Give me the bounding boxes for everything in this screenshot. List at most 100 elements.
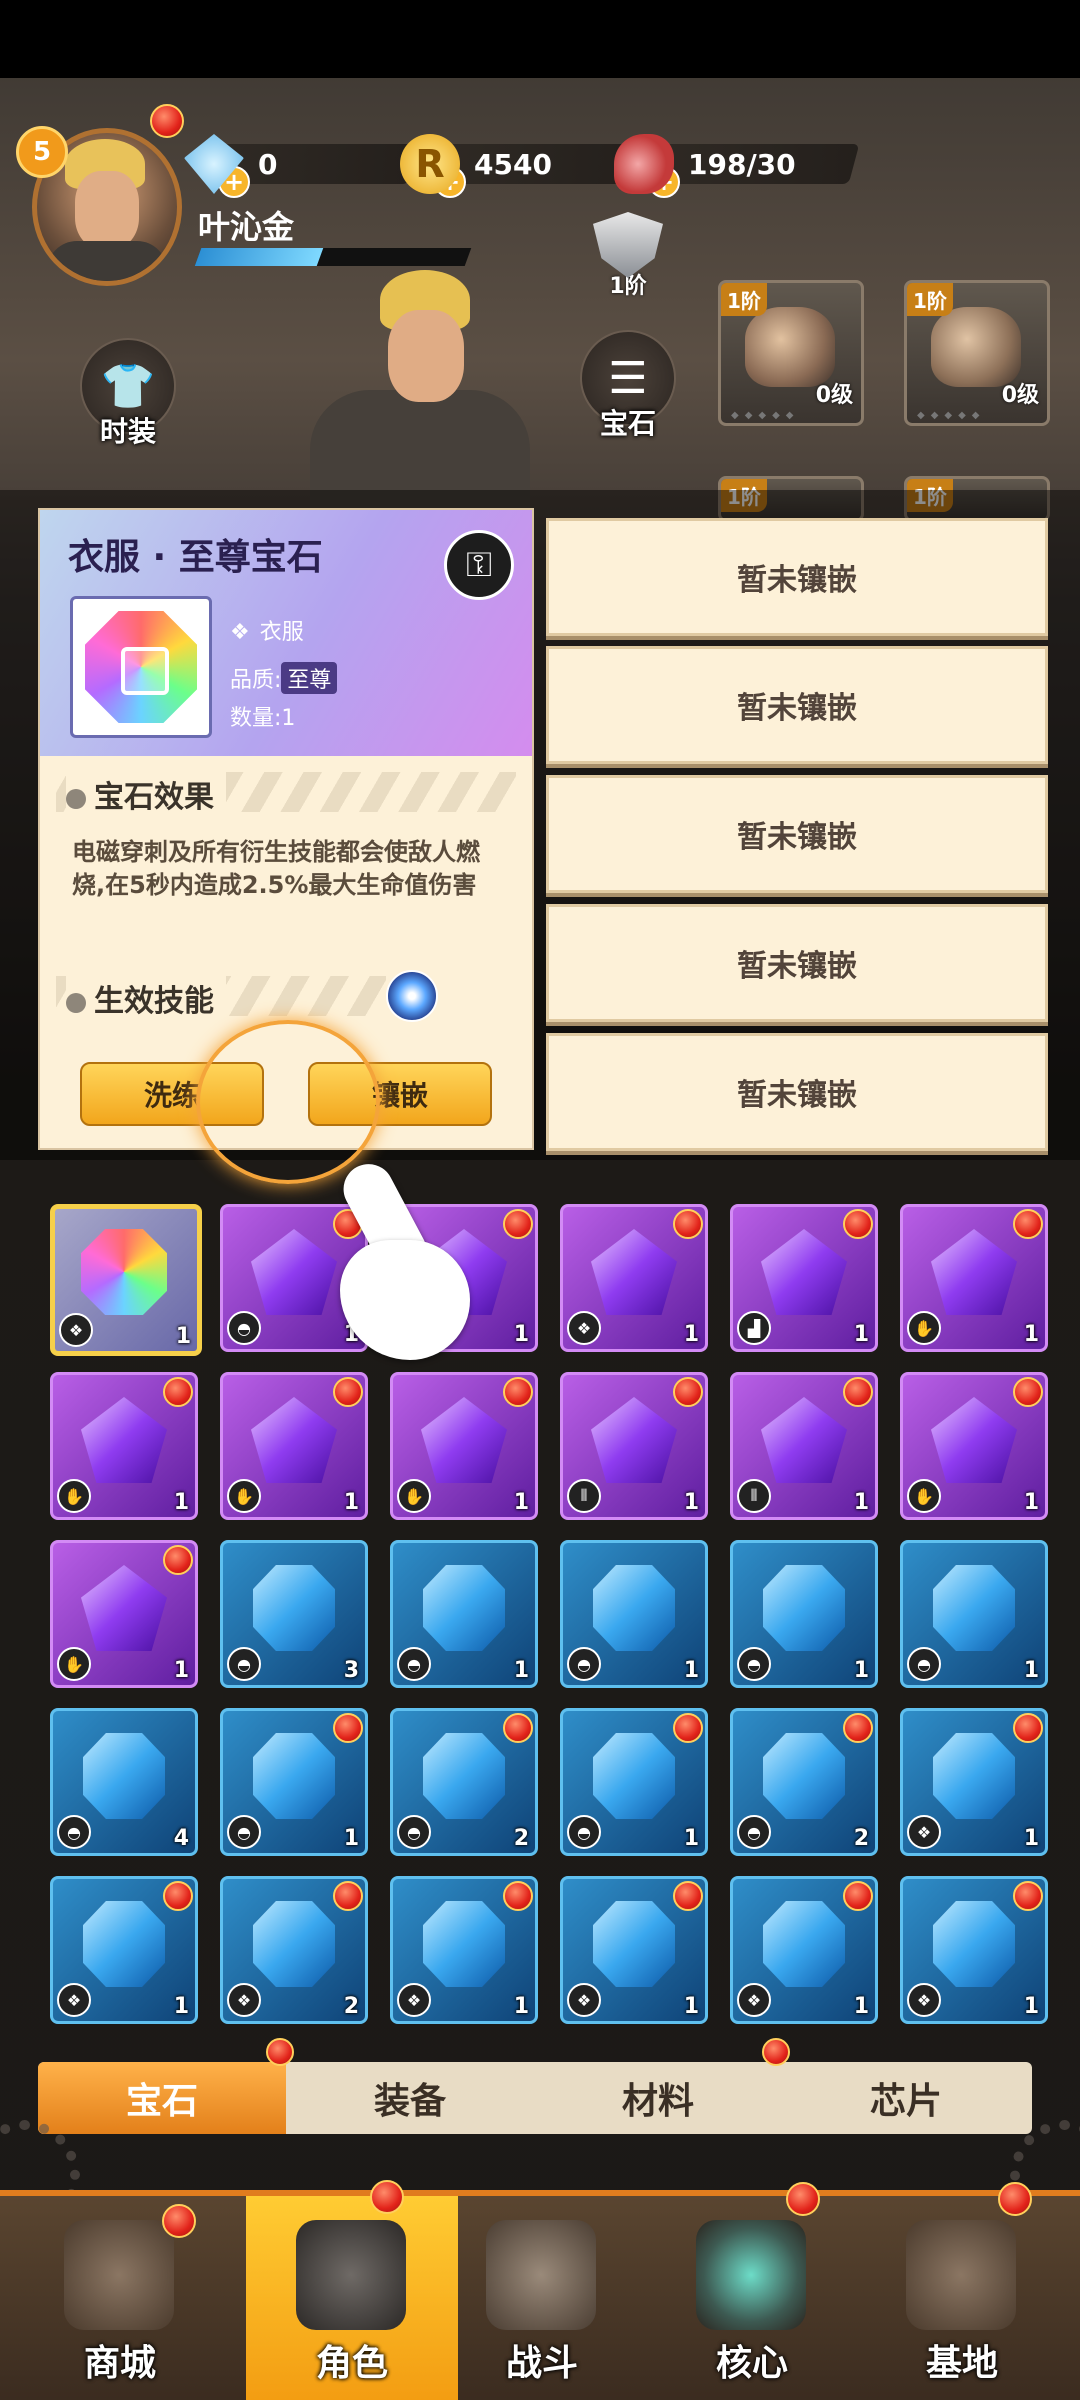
effect-section-header: 宝石效果 [56,772,516,816]
gem-count: 1 [513,1490,529,1515]
gem-button[interactable]: ☰ 宝石 [578,330,678,442]
equipment-tier: 1阶 [907,283,953,316]
gem-notification-dot [163,1881,193,1911]
gem-count: 1 [1023,1490,1039,1515]
gem-cell[interactable]: ✋ 1 [900,1204,1048,1352]
gem-count: 1 [683,1322,699,1347]
nav-core[interactable]: 核心 [646,2182,858,2400]
purple-gem-icon [591,1229,677,1315]
gem-cell[interactable]: ❖ 1 [390,1876,538,2024]
gem-cell[interactable]: ◓1 [730,1540,878,1688]
blue-gem-icon [83,1733,165,1819]
gem-cell[interactable]: ❖ 1 [900,1708,1048,1856]
socket-slot-2[interactable]: 暂未镶嵌 [546,646,1048,764]
count-label: 数量: [230,706,282,731]
gem-cell[interactable]: ❖ 1 [560,1876,708,2024]
clothes-slot-icon: ❖ [907,1815,941,1849]
gauntlet-slot-icon: ✋ [907,1311,941,1345]
equipment-gauntlet[interactable]: 1阶 0级 ◆◆◆◆◆ [904,280,1050,426]
tab-gem[interactable]: 宝石 [38,2062,286,2134]
socket-slot-3[interactable]: 暂未镶嵌 [546,775,1048,893]
gem-cell[interactable]: ◓1 [900,1540,1048,1688]
tab-material-notification-dot [762,2038,790,2066]
purple-gem-icon [591,1397,677,1483]
gem-count: 1 [853,1490,869,1515]
gem-cell[interactable]: ◓1 [220,1708,368,1856]
gem-count: 1 [853,1994,869,2019]
equipment-level: 0级 [1001,383,1039,408]
gem-cell[interactable]: ✋ 1 [390,1372,538,1520]
fashion-button[interactable]: 👕 时装 [78,338,178,450]
gem-slot-name: 衣服 [259,620,304,645]
gem-count: 1 [683,1994,699,2019]
gem-cell[interactable]: ❖ 2 [220,1876,368,2024]
socket-slot-4[interactable]: 暂未镶嵌 [546,904,1048,1022]
lock-icon[interactable]: ⚿ [444,530,514,600]
gem-count: 2 [343,1994,359,2019]
gem-count: 1 [683,1490,699,1515]
gem-cell[interactable]: ❖ 1 [730,1876,878,2024]
tab-gem-notification-dot [266,2038,294,2066]
coin-resource[interactable]: R + 4540 [400,134,636,198]
tab-material[interactable]: 材料 [534,2062,782,2134]
diamond-resource[interactable]: + 0 [184,134,420,198]
socket-slot-1[interactable]: 暂未镶嵌 [546,518,1048,636]
gem-count: 1 [683,1658,699,1683]
glove-slot-icon: ✋ [57,1647,91,1681]
gem-count: 1 [513,1658,529,1683]
gem-cell[interactable]: ❖ 1 [900,1876,1048,2024]
helmet-slot-icon: ◓ [227,1311,261,1345]
blue-gem-icon [593,1733,675,1819]
gem-cell[interactable]: ⫴ 1 [560,1372,708,1520]
gem-cell[interactable]: ❖ 1 [50,1876,198,2024]
tab-equipment[interactable]: 装备 [286,2062,534,2134]
gem-cell[interactable]: ◓ 4 [50,1708,198,1856]
gem-count: 3 [343,1658,359,1683]
gem-cell[interactable]: ✋ 1 [50,1540,198,1688]
helmet-slot-icon: ◓ [57,1815,91,1849]
gem-cell[interactable]: ❖ 1 [560,1204,708,1352]
gem-cell[interactable]: ✋ 1 [50,1372,198,1520]
nav-character[interactable]: 角色 [246,2180,458,2400]
blue-gem-icon [83,1901,165,1987]
gem-cell[interactable]: ❖ 1 [50,1204,202,1356]
nav-battle[interactable]: 战斗 [436,2196,648,2400]
socket-slot-5[interactable]: 暂未镶嵌 [546,1033,1048,1151]
nav-shop[interactable]: 商城 [14,2196,226,2400]
blue-gem-icon [423,1733,505,1819]
stamina-resource[interactable]: + 198/30 [614,134,860,198]
tier-shield[interactable]: 1阶 [588,212,668,299]
gem-cell[interactable]: ⫴ 1 [730,1372,878,1520]
blue-gem-icon [593,1901,675,1987]
clothes-slot-icon: ❖ [737,1983,771,2017]
clothes-slot-icon: ❖ [907,1983,941,2017]
player-level-badge: 5 [16,126,68,178]
gem-notification-dot [673,1377,703,1407]
blue-gem-icon [933,1733,1015,1819]
star-slots: ◆◆◆◆◆ [731,410,800,421]
status-bar [0,0,1080,78]
gem-cell[interactable]: ◓ 2 [390,1708,538,1856]
tab-chip[interactable]: 芯片 [782,2062,1030,2134]
nav-core-notification-dot [786,2182,820,2216]
nav-base[interactable]: 基地 [856,2182,1068,2400]
equipment-helmet[interactable]: 1阶 0级 ◆◆◆◆◆ [718,280,864,426]
gem-cell[interactable]: ◓ 2 [730,1708,878,1856]
gem-count: 1 [1023,1322,1039,1347]
blue-gem-icon [593,1565,675,1651]
gem-cell[interactable]: ▟ 1 [730,1204,878,1352]
nav-shop-notification-dot [162,2204,196,2238]
lightning-skill-icon[interactable] [386,970,438,1022]
quality-value: 至尊 [281,662,338,694]
gem-cell[interactable]: ✋ 1 [900,1372,1048,1520]
skill-header-label: 生效技能 [94,984,214,1019]
coin-count: 4540 [474,147,552,181]
rainbow-gem-icon [81,1229,167,1315]
gem-cell[interactable]: ◓1 [560,1540,708,1688]
gem-cell[interactable]: ◓1 [390,1540,538,1688]
gem-cell[interactable]: ◓ 3 [220,1540,368,1688]
gem-cell[interactable]: ◓1 [560,1708,708,1856]
gem-notification-dot [843,1377,873,1407]
gem-cell[interactable]: ✋ 1 [220,1372,368,1520]
gem-notification-dot [673,1209,703,1239]
